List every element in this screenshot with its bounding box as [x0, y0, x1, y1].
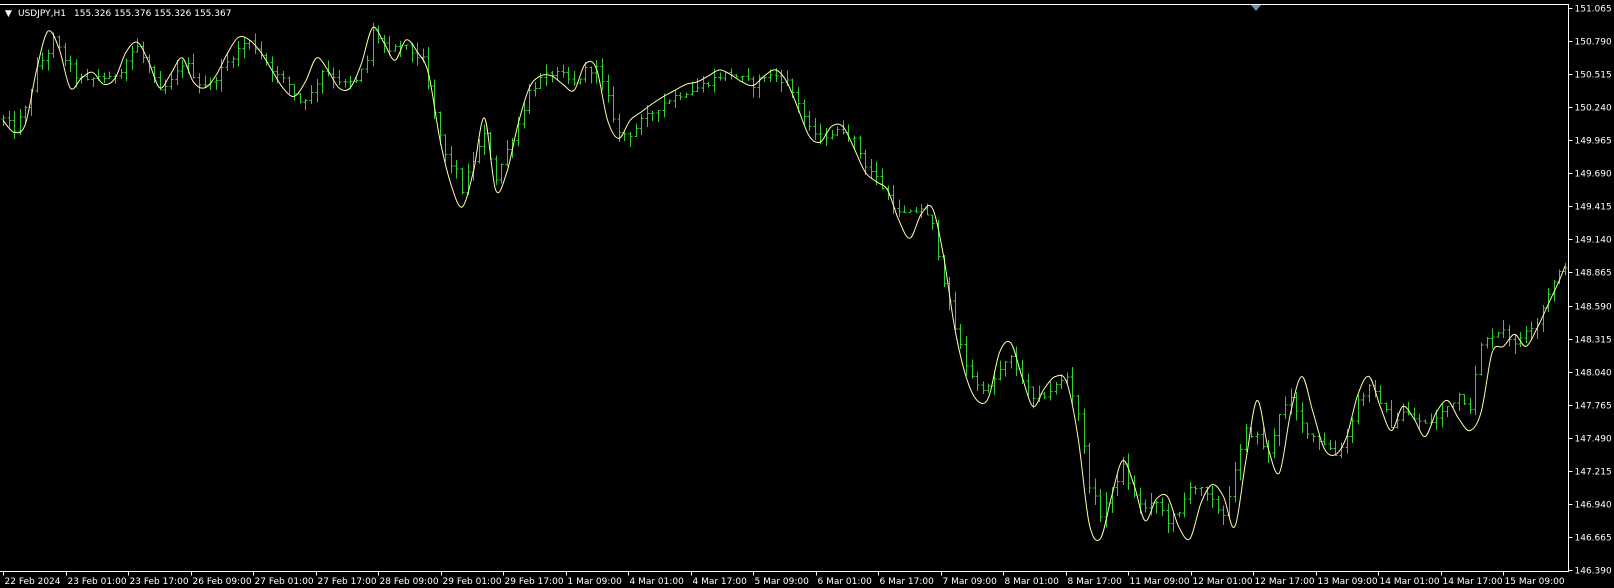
time-tick-label: 29 Feb 17:00 — [505, 577, 564, 587]
time-tick-label: 4 Mar 17:00 — [693, 577, 748, 587]
time-tick-label: 14 Mar 17:00 — [1443, 577, 1503, 587]
time-tick-label: 26 Feb 09:00 — [193, 577, 252, 587]
price-tick-label: 146.390 — [1575, 567, 1612, 577]
price-tick-label: 150.515 — [1575, 71, 1612, 81]
price-tick-label: 150.790 — [1575, 38, 1612, 48]
time-tick-label: 4 Mar 01:00 — [630, 577, 685, 587]
price-tick-label: 151.065 — [1575, 5, 1612, 15]
time-tick-label: 12 Mar 01:00 — [1193, 577, 1253, 587]
price-tick-label: 147.215 — [1575, 468, 1612, 478]
plot-background — [0, 0, 1614, 588]
ohlc-readout: 155.326 155.376 155.326 155.367 — [74, 9, 231, 19]
time-tick-label: 23 Feb 01:00 — [68, 577, 127, 587]
price-tick-label: 148.040 — [1575, 369, 1612, 379]
price-tick-label: 149.690 — [1575, 170, 1612, 180]
time-tick-label: 27 Feb 01:00 — [255, 577, 314, 587]
price-tick-label: 148.590 — [1575, 303, 1612, 313]
price-tick-label: 147.765 — [1575, 402, 1612, 412]
time-tick-label: 11 Mar 09:00 — [1130, 577, 1190, 587]
time-tick-label: 23 Feb 17:00 — [130, 577, 189, 587]
price-chart[interactable]: 151.065 150.790 150.515 150.240 149.965 149.6… — [0, 0, 1614, 588]
price-tick-label: 149.140 — [1575, 236, 1612, 246]
time-tick-label: 15 Mar 09:00 — [1505, 577, 1565, 587]
price-tick-label: 148.865 — [1575, 269, 1612, 279]
price-tick-label: 148.315 — [1575, 336, 1612, 346]
symbol-label: USDJPY,H1 — [18, 9, 66, 19]
time-tick-label: 29 Feb 01:00 — [443, 577, 502, 587]
price-tick-label: 149.965 — [1575, 137, 1612, 147]
time-tick-label: 1 Mar 09:00 — [568, 577, 623, 587]
time-tick-label: 5 Mar 09:00 — [755, 577, 810, 587]
price-tick-label: 146.940 — [1575, 501, 1612, 511]
time-tick-label: 27 Feb 17:00 — [318, 577, 377, 587]
time-tick-label: 8 Mar 17:00 — [1068, 577, 1123, 587]
time-tick-label: 22 Feb 2024 — [5, 577, 61, 587]
time-tick-label: 7 Mar 09:00 — [943, 577, 998, 587]
chart-window[interactable]: 151.065 150.790 150.515 150.240 149.965 149.6… — [0, 0, 1614, 588]
time-tick-label: 28 Feb 09:00 — [380, 577, 439, 587]
price-tick-label: 149.415 — [1575, 203, 1612, 213]
chart-header: ▼ USDJPY,H1 155.326 155.376 155.326 155.… — [5, 9, 231, 19]
time-tick-label: 6 Mar 01:00 — [818, 577, 873, 587]
price-tick-label: 150.240 — [1575, 104, 1612, 114]
triangle-down-icon[interactable]: ▼ — [5, 9, 12, 19]
time-tick-label: 6 Mar 17:00 — [880, 577, 935, 587]
price-tick-label: 146.665 — [1575, 534, 1612, 544]
time-tick-label: 12 Mar 17:00 — [1255, 577, 1315, 587]
time-tick-label: 13 Mar 09:00 — [1318, 577, 1378, 587]
price-tick-label: 147.490 — [1575, 435, 1612, 445]
time-tick-label: 14 Mar 01:00 — [1380, 577, 1440, 587]
time-tick-label: 8 Mar 01:00 — [1005, 577, 1060, 587]
